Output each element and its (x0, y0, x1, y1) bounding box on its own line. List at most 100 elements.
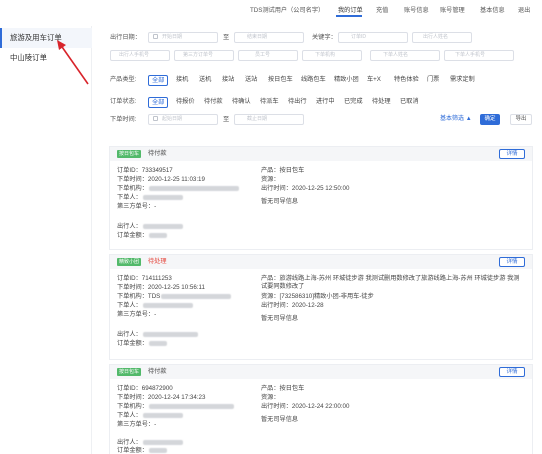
redacted-text (161, 293, 232, 299)
product-tag: 按日包车 (117, 150, 142, 158)
nav-logout[interactable]: 退出 (518, 5, 530, 14)
third-party-order: 第三方单号：- (117, 421, 157, 428)
caret-up-icon: ▲ (465, 116, 472, 122)
redacted-text (148, 340, 167, 346)
order-status-pending-confirm[interactable]: 待确认 (232, 96, 251, 107)
resource: 资源：[732586310]精致小团-非用车-徒步 (261, 293, 374, 300)
orderer: 下单人： (117, 412, 183, 420)
third-party-order: 第三方单号：- (117, 203, 157, 210)
export-button[interactable]: 导出 (510, 114, 532, 125)
departure-time: 出行时间：2020-12-24 22:00:00 (261, 403, 350, 410)
order-id-input[interactable]: 订单ID (338, 32, 408, 43)
departure-time: 出行时间：2020-12-25 12:50:00 (261, 185, 350, 192)
order-status-pending-dispatch[interactable]: 待派车 (260, 96, 279, 107)
order-org: 下单机构： (117, 403, 234, 411)
order-card: 按日包车 待付款 详情 订单ID：694872900 下单时间：2020-12-… (109, 364, 533, 454)
product-type-daily-charter[interactable]: 按日包车 (268, 74, 293, 85)
calendar-icon (153, 34, 158, 39)
top-bar: TDS测试用户（公司名字） 我的订单 充值 账号信息 账号管理 基本信息 退出 (0, 0, 542, 18)
redacted-text (148, 185, 239, 191)
redacted-text (142, 223, 183, 229)
product-type-car-plus-x[interactable]: 车+X (367, 74, 381, 85)
product-type-pickup[interactable]: 接机 (176, 74, 188, 85)
order-status: 待处理 (148, 258, 167, 265)
product-type-dropoff[interactable]: 送机 (199, 74, 211, 85)
order-org: 下单机构：TDS (117, 293, 232, 301)
calendar-icon (153, 116, 158, 121)
active-nav-indicator (336, 15, 362, 17)
detail-button[interactable]: 详情 (499, 149, 525, 159)
redacted-text (142, 194, 183, 200)
product-type-tickets[interactable]: 门票 (427, 74, 439, 85)
order-id: 订单ID：694872900 (117, 385, 173, 392)
order-time-label: 下单时间: (110, 116, 137, 123)
product-type-all[interactable]: 全部 (148, 75, 169, 86)
redacted-text (142, 302, 193, 308)
order-amount: 订单金额： (117, 340, 167, 348)
product-type-experience[interactable]: 特色体验 (394, 74, 419, 85)
order-status-pending-quote[interactable]: 待报价 (176, 96, 195, 107)
order-time-end-input[interactable]: 截止日期 (234, 114, 304, 125)
main-content: 出行日期： 开始日期 至 结束日期 关键字： 订单ID 出行人姓名 出行人手机号… (102, 26, 534, 454)
product-type-station-pickup[interactable]: 接站 (222, 74, 234, 85)
order-time-start-input[interactable]: 起始日期 (148, 114, 218, 125)
nav-basic-info[interactable]: 基本信息 (480, 5, 505, 14)
product-type-route-charter[interactable]: 线路包车 (301, 74, 326, 85)
order-time: 下单时间：2020-12-25 10:56:11 (117, 284, 205, 291)
advanced-filter-link[interactable]: 基本筛选 ▲ (440, 114, 472, 125)
third-party-order-input[interactable]: 第三方订单号 (174, 50, 234, 61)
orderer: 下单人： (117, 302, 193, 310)
order-status-to-handle[interactable]: 待处理 (372, 96, 391, 107)
product-name: 产品：按日包车 (261, 385, 305, 392)
driver-info: 暂无司导信息 (261, 315, 299, 322)
employee-id-input[interactable]: 员工号 (238, 50, 298, 61)
driver-info: 暂无司导信息 (261, 198, 299, 205)
driver-info: 暂无司导信息 (261, 416, 299, 423)
resource: 资源： (261, 394, 280, 401)
traveler-phone-input[interactable]: 出行人手机号 (110, 50, 170, 61)
product-tag: 精致小团 (117, 258, 142, 266)
nav-my-orders[interactable]: 我的订单 (338, 5, 363, 14)
departure-date-label: 出行日期： (110, 34, 141, 41)
nav-recharge[interactable]: 充值 (376, 5, 388, 14)
product-type-station-dropoff[interactable]: 送站 (245, 74, 257, 85)
order-status-completed[interactable]: 已完成 (344, 96, 363, 107)
detail-button[interactable]: 详情 (499, 257, 525, 267)
detail-button[interactable]: 详情 (499, 367, 525, 377)
sidebar: 旅游及用车订单 中山陵订单 (0, 26, 92, 454)
product-tag: 按日包车 (117, 368, 142, 376)
order-status: 待付款 (148, 368, 167, 375)
redacted-text (142, 331, 198, 337)
date-range-separator: 至 (223, 34, 230, 41)
nav-account-info[interactable]: 账号信息 (404, 5, 429, 14)
confirm-button[interactable]: 确定 (480, 114, 500, 125)
redacted-text (148, 403, 234, 409)
departure-date-end-input[interactable]: 结束日期 (234, 32, 304, 43)
order-amount: 订单金额： (117, 232, 167, 240)
order-card-header: 按日包车 待付款 详情 (110, 147, 532, 161)
order-time: 下单时间：2020-12-25 11:03:19 (117, 176, 205, 183)
resource: 资源： (261, 176, 280, 183)
product-type-label: 产品类型: (110, 76, 137, 83)
traveler: 出行人： (117, 439, 183, 447)
product-type-custom[interactable]: 需求定制 (450, 74, 475, 85)
product-name: 产品：按日包车 (261, 167, 305, 174)
departure-date-start-input[interactable]: 开始日期 (148, 32, 218, 43)
orderer-org-input[interactable]: 下单机构 (302, 50, 362, 61)
order-status-cancelled[interactable]: 已取消 (400, 96, 419, 107)
order-time: 下单时间：2020-12-24 17:34:23 (117, 394, 206, 401)
order-status-pending-travel[interactable]: 待出行 (288, 96, 307, 107)
order-status-label: 订单状态: (110, 98, 137, 105)
product-type-small-group[interactable]: 精致小团 (334, 74, 359, 85)
order-id: 订单ID：714111253 (117, 275, 172, 282)
order-status-all[interactable]: 全部 (148, 97, 169, 108)
orderer-phone-input[interactable]: 下单人手机号 (444, 50, 514, 61)
account-name: TDS测试用户（公司名字） (250, 7, 325, 14)
nav-account-manage[interactable]: 账号管理 (440, 5, 465, 14)
keyword-label: 关键字： (312, 34, 337, 41)
order-status-in-progress[interactable]: 进行中 (316, 96, 335, 107)
orderer-name-input[interactable]: 下单人姓名 (370, 50, 440, 61)
traveler-name-input[interactable]: 出行人姓名 (412, 32, 472, 43)
order-id: 订单ID：733349517 (117, 167, 173, 174)
order-status-pending-payment[interactable]: 待付款 (204, 96, 223, 107)
